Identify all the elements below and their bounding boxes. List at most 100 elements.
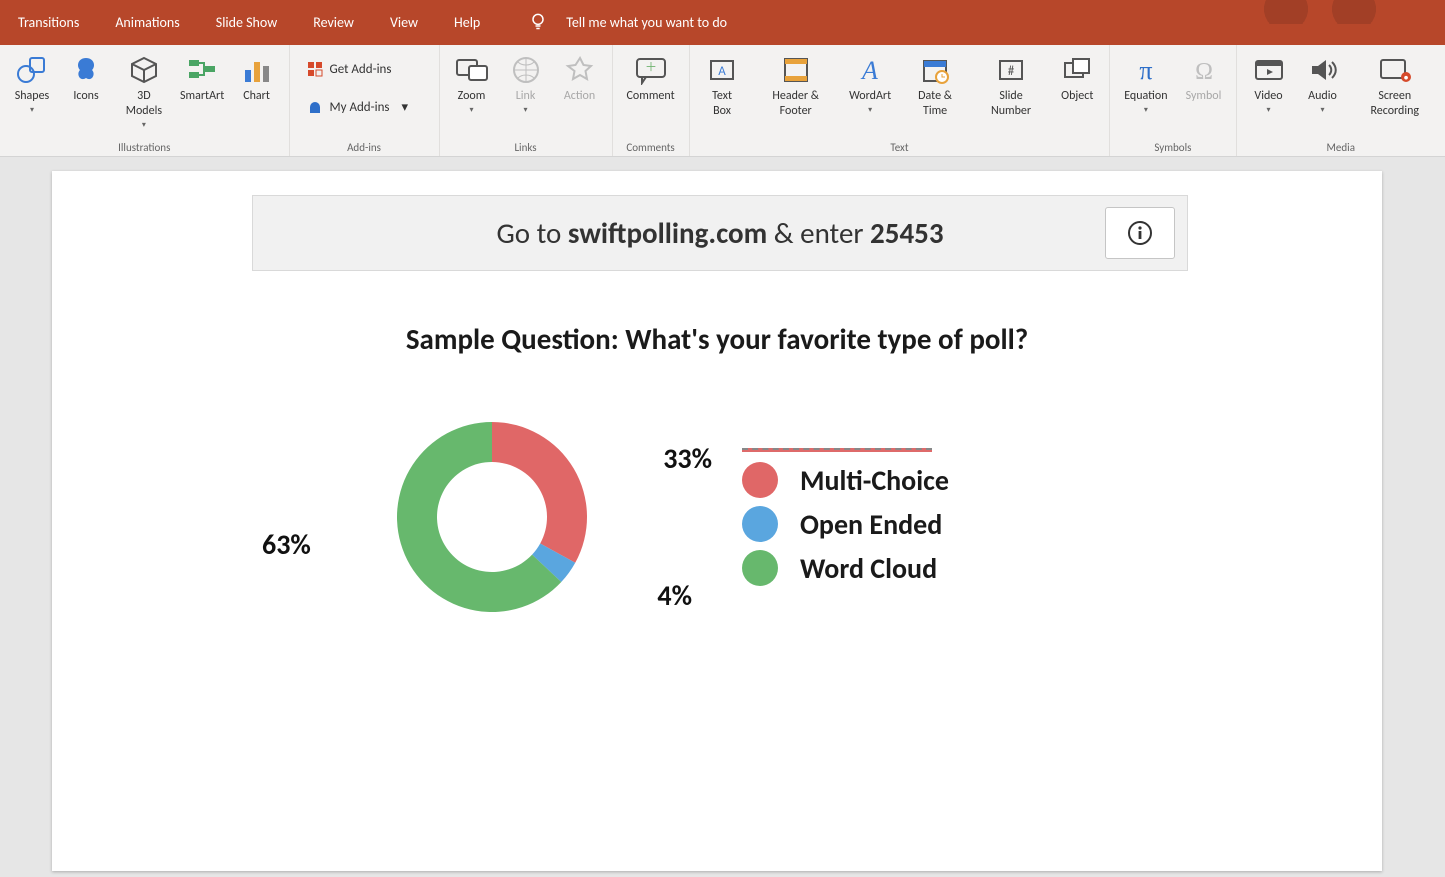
- group-label-text: Text: [690, 141, 1110, 154]
- shapes-button[interactable]: Shapes ▾: [10, 51, 54, 117]
- donut-chart: 33% 4% 63%: [332, 407, 652, 627]
- datetime-label: Date & Time: [907, 89, 962, 119]
- group-addins: Get Add-ins My Add-ins ▾ Add-ins: [290, 45, 440, 156]
- slidenumber-button[interactable]: # Slide Number: [977, 51, 1045, 121]
- textbox-button[interactable]: A Text Box: [700, 51, 745, 121]
- poll-question: Sample Question: What's your favorite ty…: [52, 321, 1382, 357]
- banner-code: 25453: [870, 215, 944, 251]
- cube-icon: [127, 53, 161, 87]
- video-label: Video: [1254, 89, 1282, 104]
- link-label: Link: [516, 89, 536, 104]
- comment-label: Comment: [627, 89, 675, 104]
- swatch-blue-icon: [742, 506, 778, 542]
- group-comments: ＋ Comment Comments: [613, 45, 690, 156]
- pct-open: 4%: [657, 578, 692, 613]
- svg-text:Ω: Ω: [1195, 59, 1213, 85]
- svg-text:A: A: [860, 56, 878, 85]
- tab-transitions[interactable]: Transitions: [0, 0, 97, 45]
- wordart-icon: A: [853, 53, 887, 87]
- legend-label-multi: Multi-Choice: [800, 463, 949, 498]
- symbol-label: Symbol: [1186, 89, 1222, 104]
- group-label-illustrations: Illustrations: [0, 141, 289, 154]
- get-addins-label: Get Add-ins: [330, 62, 392, 77]
- 3d-models-label: 3D Models: [122, 89, 166, 119]
- chevron-down-icon: ▾: [30, 105, 34, 115]
- store-icon: [306, 60, 324, 78]
- pct-word: 63%: [262, 527, 311, 562]
- wordart-label: WordArt: [849, 89, 891, 104]
- group-text: A Text Box Header & Footer A WordArt ▾ D…: [690, 45, 1111, 156]
- pi-icon: π: [1129, 53, 1163, 87]
- info-icon: [1126, 219, 1154, 247]
- ribbon: Shapes ▾ Icons 3D Models ▾ SmartArt Char…: [0, 45, 1445, 157]
- chevron-down-icon: ▾: [1320, 105, 1324, 115]
- object-button[interactable]: Object: [1055, 51, 1099, 106]
- zoom-icon: [455, 53, 489, 87]
- poll-banner: Go to swiftpolling.com & enter 25453: [252, 195, 1188, 271]
- chevron-down-icon: ▾: [524, 105, 528, 115]
- screenrec-icon: ●: [1378, 53, 1412, 87]
- smartart-button[interactable]: SmartArt: [180, 51, 225, 106]
- tab-review[interactable]: Review: [295, 0, 372, 45]
- object-icon: [1060, 53, 1094, 87]
- group-label-addins: Add-ins: [290, 141, 439, 154]
- slide[interactable]: Go to swiftpolling.com & enter 25453 Sam…: [52, 171, 1382, 871]
- title-bar-decoration: [1235, 0, 1405, 24]
- 3d-models-button[interactable]: 3D Models ▾: [118, 51, 170, 132]
- group-links: Zoom ▾ Link ▾ Action Links: [440, 45, 613, 156]
- chevron-down-icon: ▾: [1144, 105, 1148, 115]
- speaker-icon: [1306, 53, 1340, 87]
- svg-text:＋: ＋: [645, 61, 657, 75]
- legend-label-word: Word Cloud: [800, 551, 937, 586]
- icons-label: Icons: [73, 89, 98, 104]
- addins-icon: [306, 98, 324, 116]
- omega-icon: Ω: [1187, 53, 1221, 87]
- tell-me-input[interactable]: Tell me what you want to do: [566, 14, 727, 31]
- datetime-button[interactable]: Date & Time: [903, 51, 966, 121]
- my-addins-label: My Add-ins: [330, 100, 390, 115]
- swatch-red-icon: [742, 462, 778, 498]
- tab-view[interactable]: View: [372, 0, 436, 45]
- comment-icon: ＋: [634, 53, 668, 87]
- screen-recording-button[interactable]: ● Screen Recording: [1355, 51, 1436, 121]
- tab-help[interactable]: Help: [436, 0, 498, 45]
- chevron-down-icon: ▾: [402, 100, 409, 115]
- info-button[interactable]: [1105, 207, 1175, 259]
- symbol-button[interactable]: Ω Symbol: [1182, 51, 1226, 106]
- lightbulb-icon: [528, 11, 548, 35]
- audio-button[interactable]: Audio ▾: [1301, 51, 1345, 117]
- smartart-icon: [185, 53, 219, 87]
- chevron-down-icon: ▾: [1266, 105, 1270, 115]
- globe-icon: [509, 53, 543, 87]
- legend-item-open: Open Ended: [742, 506, 949, 542]
- group-label-comments: Comments: [613, 141, 689, 154]
- zoom-label: Zoom: [458, 89, 486, 104]
- my-addins-button[interactable]: My Add-ins ▾: [300, 95, 429, 119]
- chart-button[interactable]: Chart: [235, 51, 279, 106]
- link-button[interactable]: Link ▾: [504, 51, 548, 117]
- chevron-down-icon: ▾: [142, 120, 146, 130]
- wordart-button[interactable]: A WordArt ▾: [847, 51, 893, 117]
- chevron-down-icon: ▾: [868, 105, 872, 115]
- slide-canvas-area: Go to swiftpolling.com & enter 25453 Sam…: [0, 157, 1445, 871]
- action-button[interactable]: Action: [558, 51, 602, 106]
- chart-container: 33% 4% 63% Multi-Choice Open Ended Word …: [332, 407, 949, 627]
- tab-animations[interactable]: Animations: [97, 0, 197, 45]
- icons-button[interactable]: Icons: [64, 51, 108, 106]
- video-button[interactable]: Video ▾: [1247, 51, 1291, 117]
- textbox-icon: A: [705, 53, 739, 87]
- chart-legend: Multi-Choice Open Ended Word Cloud: [742, 448, 949, 586]
- headerfooter-button[interactable]: Header & Footer: [755, 51, 837, 121]
- group-label-links: Links: [440, 141, 612, 154]
- zoom-button[interactable]: Zoom ▾: [450, 51, 494, 117]
- equation-button[interactable]: π Equation ▾: [1120, 51, 1171, 117]
- pct-multi: 33%: [663, 441, 712, 476]
- legend-divider: [742, 448, 932, 452]
- tab-slideshow[interactable]: Slide Show: [198, 0, 295, 45]
- get-addins-button[interactable]: Get Add-ins: [300, 57, 429, 81]
- svg-text:π: π: [1139, 56, 1152, 85]
- action-label: Action: [564, 89, 595, 104]
- slidenumber-label: Slide Number: [981, 89, 1041, 119]
- swatch-green-icon: [742, 550, 778, 586]
- comment-button[interactable]: ＋ Comment: [623, 51, 679, 106]
